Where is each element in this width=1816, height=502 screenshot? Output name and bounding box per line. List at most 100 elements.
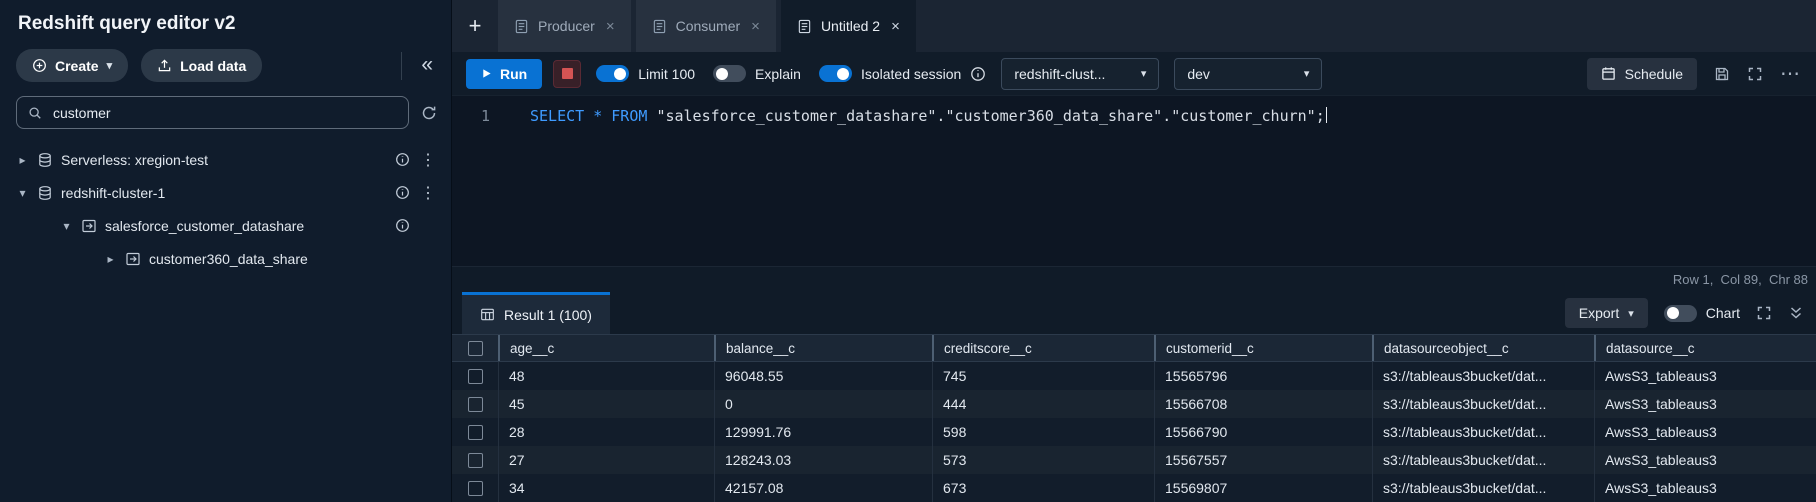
chevron-right-icon[interactable]: ▸: [104, 252, 117, 266]
schedule-button[interactable]: Schedule: [1586, 57, 1697, 90]
collapse-sidebar-icon[interactable]: «: [415, 54, 439, 78]
table-cell: 598: [932, 418, 1154, 446]
close-tab-icon[interactable]: ×: [606, 18, 615, 35]
kebab-menu-icon[interactable]: ⋮: [419, 150, 437, 170]
info-icon[interactable]: [970, 66, 986, 82]
tree-item-salesforce-customer-datashare[interactable]: ▾ salesforce_customer_datashare: [0, 209, 451, 242]
cluster-select[interactable]: redshift-clust... ▾: [1001, 57, 1160, 90]
close-tab-icon[interactable]: ×: [891, 18, 900, 35]
tree-item-customer360-data-share[interactable]: ▸ customer360_data_share: [0, 242, 451, 275]
info-icon[interactable]: [393, 218, 411, 233]
column-header-balance-c[interactable]: balance__c: [714, 335, 932, 361]
tree-item-label: customer360_data_share: [149, 250, 308, 267]
limit-100-toggle[interactable]: [596, 65, 630, 82]
chevron-down-icon: ▾: [1140, 68, 1147, 80]
chart-toggle[interactable]: [1663, 304, 1697, 322]
database-select[interactable]: dev ▾: [1174, 57, 1323, 90]
load-data-button[interactable]: Load data: [141, 49, 263, 82]
collapse-panel-double-chevron-icon[interactable]: [1788, 305, 1804, 321]
info-icon[interactable]: [393, 185, 411, 200]
tab-consumer[interactable]: Consumer ×: [635, 0, 776, 52]
checkbox: [467, 452, 483, 468]
result-tab[interactable]: Result 1 (100): [462, 292, 610, 334]
checkbox: [467, 340, 483, 356]
row-checkbox[interactable]: [452, 362, 498, 390]
export-button[interactable]: Export ▾: [1564, 298, 1648, 328]
table-cell: s3://tableaus3bucket/dat...: [1372, 418, 1594, 446]
tree-item-label: redshift-cluster-1: [61, 184, 166, 201]
table-cell: AwsS3_tableaus3: [1594, 418, 1816, 446]
table-cell: 573: [932, 446, 1154, 474]
table-cell: s3://tableaus3bucket/dat...: [1372, 390, 1594, 418]
redshift-query-editor-v2: Redshift query editor v2 Create ▾ Load d…: [0, 0, 1816, 502]
editor-tabs: Producer × Consumer × Untitled 2 ×: [498, 0, 916, 52]
chevron-down-icon[interactable]: ▾: [16, 186, 29, 200]
create-button-label: Create: [55, 57, 99, 74]
toolbar-right: Schedule ⋯: [1586, 57, 1802, 90]
refresh-icon[interactable]: [421, 105, 437, 121]
fullscreen-icon[interactable]: [1747, 66, 1763, 82]
toggle-label: Explain: [755, 65, 801, 82]
table-cell: 15569807: [1154, 474, 1372, 502]
datashare-icon: [81, 218, 97, 234]
close-tab-icon[interactable]: ×: [751, 18, 760, 35]
info-icon[interactable]: [393, 152, 411, 167]
checkbox: [467, 396, 483, 412]
table-cell: 27: [498, 446, 714, 474]
table-cell: 42157.08: [714, 474, 932, 502]
expand-results-icon[interactable]: [1756, 305, 1772, 321]
more-options-icon[interactable]: ⋯: [1780, 64, 1800, 84]
toolbar-toggles: Limit 100 Explain Isolated session: [596, 65, 986, 82]
select-all-checkbox[interactable]: [452, 335, 498, 361]
resource-tree: ▸ Serverless: xregion-test ⋮ ▾ redshift-clus…: [0, 139, 451, 275]
cluster-select-value: redshift-clust...: [1014, 65, 1106, 82]
chevron-down-icon: ▾: [106, 60, 113, 72]
row-checkbox[interactable]: [452, 446, 498, 474]
tree-item-label: salesforce_customer_datashare: [105, 217, 305, 234]
kebab-menu-icon[interactable]: ⋮: [419, 183, 437, 203]
results-table-body: 48 96048.55 745 15565796 s3://tableaus3bucke…: [452, 362, 1816, 502]
row-checkbox[interactable]: [452, 390, 498, 418]
table-row: 45 0 444 15566708 s3://tableaus3bucket/dat..…: [452, 390, 1816, 418]
chevron-down-icon[interactable]: ▾: [60, 219, 73, 233]
search-input[interactable]: [51, 103, 397, 122]
tab-untitled-2[interactable]: Untitled 2 ×: [780, 0, 916, 52]
new-tab-button[interactable]: +: [452, 0, 498, 52]
stop-button[interactable]: [553, 59, 582, 88]
column-header-datasourceobject-c[interactable]: datasourceobject__c: [1372, 335, 1594, 361]
table-cell: 129991.76: [714, 418, 932, 446]
run-button[interactable]: Run: [466, 58, 543, 89]
table-cell: 28: [498, 418, 714, 446]
table-cell: 128243.03: [714, 446, 932, 474]
stop-icon: [561, 68, 573, 79]
tree-item-label: Serverless: xregion-test: [61, 151, 209, 168]
tab-producer[interactable]: Producer ×: [498, 0, 631, 52]
column-header-creditscore-c[interactable]: creditscore__c: [932, 335, 1154, 361]
column-header-datasource-c[interactable]: datasource__c: [1594, 335, 1816, 361]
create-button[interactable]: Create ▾: [16, 49, 129, 82]
run-button-label: Run: [500, 65, 528, 82]
tree-item-redshift-cluster-1[interactable]: ▾ redshift-cluster-1 ⋮: [0, 176, 451, 209]
sql-editor[interactable]: 1 SELECT * FROM "salesforce_customer_dat…: [452, 96, 1816, 266]
upload-icon: [157, 58, 172, 73]
script-icon: [514, 19, 529, 34]
table-cell: AwsS3_tableaus3: [1594, 390, 1816, 418]
explain-toggle[interactable]: [713, 65, 747, 82]
chevron-down-icon: ▾: [1628, 307, 1634, 320]
isolated-session-toggle[interactable]: [818, 65, 852, 82]
column-header-customerid-c[interactable]: customerid__c: [1154, 335, 1372, 361]
tree-item-serverless-xregion-test[interactable]: ▸ Serverless: xregion-test ⋮: [0, 143, 451, 176]
save-icon[interactable]: [1714, 66, 1730, 82]
cluster-icon: [37, 185, 53, 201]
column-header-age-c[interactable]: age__c: [498, 335, 714, 361]
chevron-right-icon[interactable]: ▸: [16, 153, 29, 167]
table-row: 28 129991.76 598 15566790 s3://tableaus3buck…: [452, 418, 1816, 446]
row-checkbox[interactable]: [452, 418, 498, 446]
tab-label: Producer: [538, 18, 595, 34]
row-checkbox[interactable]: [452, 474, 498, 502]
calendar-icon: [1601, 66, 1616, 81]
plus-circle-icon: [32, 58, 47, 73]
table-cell: 48: [498, 362, 714, 390]
table-cell: 15565796: [1154, 362, 1372, 390]
load-data-button-label: Load data: [180, 57, 247, 74]
